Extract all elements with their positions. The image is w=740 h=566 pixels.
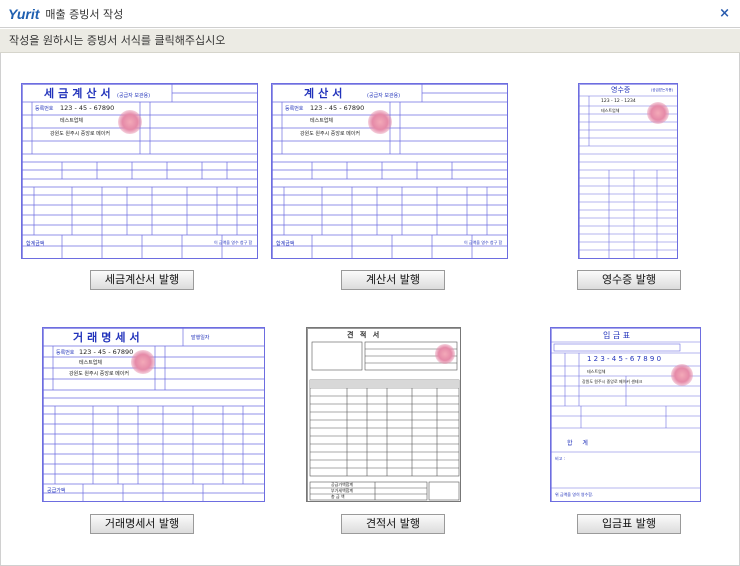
estimate-form-thumbnail[interactable]: 견 적 서 공급가액합계 부가세액합계 총 금 액 bbox=[306, 327, 461, 502]
form-subtitle: (공급자 보관용) bbox=[367, 93, 401, 99]
seal-stamp bbox=[368, 110, 392, 134]
grand-total-label: 총 금 액 bbox=[331, 494, 345, 499]
form-title: 거래명세서 bbox=[73, 331, 144, 344]
total-amount-label: 합계금액 bbox=[26, 241, 45, 247]
reg-no-label: 등록번호 bbox=[56, 350, 75, 356]
issue-estimate-button[interactable]: 견적서 발행 bbox=[341, 514, 445, 534]
invoice-form-lines bbox=[272, 84, 507, 258]
receipt-form-thumbnail[interactable]: 영수증 (공급받는자용) 123 - 12 - 1234 테스트업체 bbox=[578, 83, 678, 259]
issue-invoice-button[interactable]: 계산서 발행 bbox=[341, 270, 445, 290]
close-icon[interactable]: × bbox=[719, 6, 730, 21]
company-address: 강원도 원주시 중앙로 메이커 bbox=[50, 131, 110, 137]
seal-stamp bbox=[671, 364, 693, 386]
reg-no: 123 - 45 - 67890 bbox=[60, 104, 115, 112]
issue-date-label: 발행일자 bbox=[191, 335, 210, 341]
form-title: 견 적 서 bbox=[347, 331, 382, 339]
receipt-text: 이 금액을 영수 청구 함 bbox=[214, 240, 253, 245]
window-title: 매출 증빙서 작성 bbox=[45, 7, 124, 21]
deposit-slip-form-thumbnail[interactable]: 입 금 표 1 2 3 - 4 5 - 6 7 8 9 0 테스트업체 강원도 … bbox=[550, 327, 701, 502]
total-label: 합 계 bbox=[567, 440, 592, 447]
note-label: 비고 : bbox=[555, 456, 565, 461]
issue-tax-invoice-button[interactable]: 세금계산서 발행 bbox=[90, 270, 194, 290]
form-subtitle: (공급받는자용) bbox=[651, 88, 674, 92]
issue-transaction-statement-button[interactable]: 거래명세서 발행 bbox=[90, 514, 194, 534]
tax-invoice-form-lines bbox=[22, 84, 257, 258]
company-address: 강원도 원주시 중앙로 메이커 센테크 bbox=[582, 379, 643, 384]
invoice-form-thumbnail[interactable]: 계산서 (공급자 보관용) 등록번호 123 - 45 - 67890 테스트업… bbox=[271, 83, 508, 259]
seal-stamp bbox=[435, 344, 455, 364]
company-name: 테스트업체 bbox=[79, 360, 103, 366]
company-address: 강원도 원주시 중앙로 메이커 bbox=[69, 371, 129, 377]
company-address: 강원도 원주시 중앙로 메이커 bbox=[300, 131, 360, 137]
instruction-bar: 작성을 원하시는 증빙서 서식를 클릭해주십시오 bbox=[0, 29, 740, 53]
footer-text: 위 금액을 영히 영수함. bbox=[555, 492, 594, 497]
form-subtitle: (공급자 보관용) bbox=[117, 93, 151, 99]
issue-receipt-button[interactable]: 영수증 발행 bbox=[577, 270, 681, 290]
title-bar: Yurit 매출 증빙서 작성 × bbox=[0, 0, 740, 28]
company-name: 테스트업체 bbox=[587, 369, 606, 374]
issue-deposit-slip-button[interactable]: 입금표 발행 bbox=[577, 514, 681, 534]
receipt-text: 이 금액을 영수 청구 함 bbox=[464, 240, 503, 245]
transaction-statement-form-lines bbox=[43, 328, 264, 501]
company-name: 테스트업체 bbox=[310, 118, 334, 124]
tax-invoice-form-thumbnail[interactable]: 세금계산서 (공급자 보관용) 등록번호 123 - 45 - 67890 테스… bbox=[21, 83, 258, 259]
company-name: 테스트업체 bbox=[60, 118, 84, 124]
form-title: 세금계산서 bbox=[44, 87, 115, 100]
reg-no-label: 등록번호 bbox=[35, 106, 54, 112]
seal-stamp bbox=[118, 110, 142, 134]
form-title: 계산서 bbox=[304, 87, 347, 100]
form-title: 영수증 bbox=[611, 86, 631, 94]
reg-no: 123 - 45 - 67890 bbox=[79, 348, 134, 356]
company-name: 테스트업체 bbox=[601, 108, 620, 113]
reg-no: 123 - 12 - 1234 bbox=[601, 99, 636, 104]
seal-stamp bbox=[647, 102, 669, 124]
transaction-statement-form-thumbnail[interactable]: 거래명세서 발행일자 등록번호 123 - 45 - 67890 테스트업체 강… bbox=[42, 327, 265, 502]
total-amount-label: 합계금액 bbox=[276, 241, 295, 247]
reg-no: 123 - 45 - 67890 bbox=[310, 104, 365, 112]
supply-amount-label: 공급가액 bbox=[47, 488, 66, 494]
app-logo: Yurit bbox=[8, 5, 40, 22]
seal-stamp bbox=[131, 350, 155, 374]
reg-no: 1 2 3 - 4 5 - 6 7 8 9 0 bbox=[587, 355, 662, 363]
form-title: 입 금 표 bbox=[603, 331, 631, 340]
reg-no-label: 등록번호 bbox=[285, 106, 304, 112]
